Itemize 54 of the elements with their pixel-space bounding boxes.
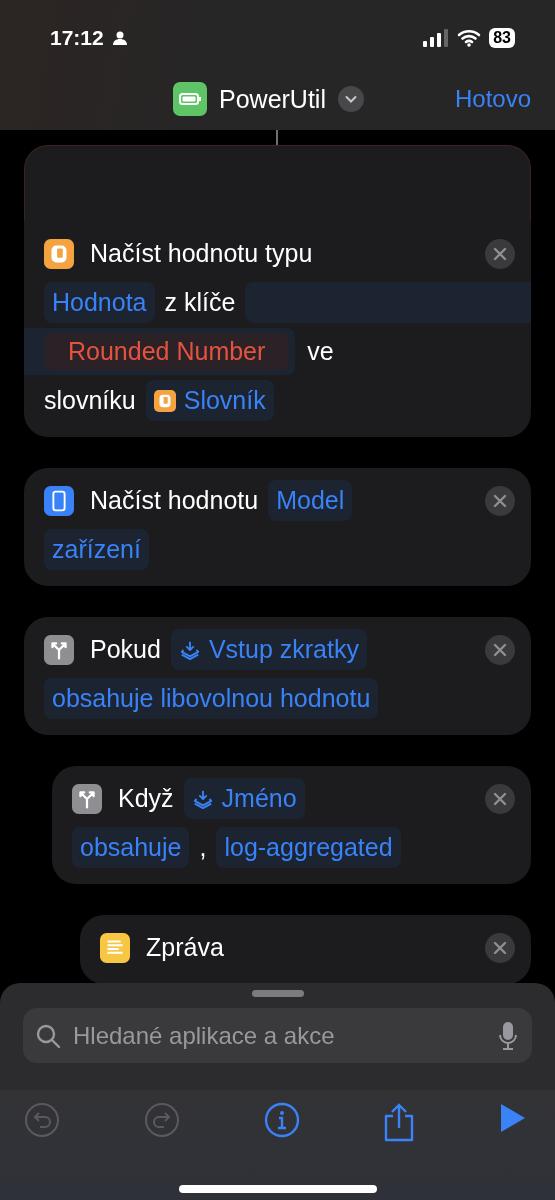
action-text: z klíče bbox=[164, 288, 236, 317]
action-text: ve bbox=[307, 337, 334, 366]
parameter-token[interactable]: obsahuje libovolnou hodnotu bbox=[44, 678, 379, 719]
battery-level: 83 bbox=[489, 28, 515, 48]
status-time: 17:12 bbox=[50, 26, 104, 50]
delete-action-icon[interactable] bbox=[485, 485, 515, 516]
shortcut-title[interactable]: PowerUtil bbox=[219, 84, 326, 114]
wifi-icon bbox=[457, 29, 482, 47]
variable-token[interactable]: Jméno bbox=[183, 778, 305, 819]
action-text: Pokud bbox=[90, 635, 161, 664]
action-card[interactable]: Načíst hodnotu typu Hodnota z klíče Rounded Number ve slovníku Slovník bbox=[24, 221, 531, 437]
book-icon bbox=[44, 238, 74, 269]
action-card[interactable]: Pokud Vstup zkratky obsahuje libovolnou hodnotu bbox=[24, 617, 531, 735]
signal-icon bbox=[423, 29, 450, 47]
action-text: , bbox=[199, 833, 207, 862]
parameter-token[interactable]: Hodnota bbox=[44, 282, 155, 323]
key-field[interactable]: Rounded Number bbox=[24, 328, 296, 375]
action-text: Zpráva bbox=[146, 933, 224, 962]
battery-app-icon bbox=[173, 82, 207, 116]
parameter-token[interactable]: obsahuje bbox=[72, 827, 190, 868]
action-text: Když bbox=[118, 784, 174, 813]
search-bar[interactable]: Hledané aplikace a akce bbox=[23, 1008, 532, 1063]
action-card[interactable]: Když Jméno obsahuje , log-aggregated bbox=[52, 766, 531, 884]
delete-action-icon[interactable] bbox=[485, 634, 515, 665]
missing-key-token[interactable]: Rounded Number bbox=[44, 333, 290, 370]
search-field[interactable]: Hledané aplikace a akce bbox=[71, 1020, 488, 1051]
action-card[interactable]: Načíst hodnotu Model zařízení bbox=[24, 468, 531, 586]
done-button[interactable]: Hotovo bbox=[454, 85, 531, 113]
action-card[interactable]: Zpráva bbox=[80, 915, 531, 984]
action-text: slovníku bbox=[44, 386, 136, 415]
branch-icon bbox=[44, 634, 74, 665]
parameter-token[interactable]: Model bbox=[268, 480, 353, 521]
empty-key-field[interactable] bbox=[245, 282, 531, 323]
sheet-grabber[interactable] bbox=[251, 990, 304, 997]
info-button[interactable] bbox=[263, 1102, 300, 1138]
branch-icon bbox=[72, 783, 102, 814]
share-button[interactable] bbox=[383, 1102, 416, 1142]
delete-action-icon[interactable] bbox=[485, 783, 515, 814]
search-icon bbox=[35, 1022, 61, 1049]
microphone-icon[interactable] bbox=[498, 1020, 518, 1051]
action-text: Načíst hodnotu bbox=[90, 486, 259, 515]
book-icon bbox=[153, 389, 176, 412]
action-text: Načíst hodnotu typu bbox=[90, 239, 313, 268]
parameter-token[interactable]: zařízení bbox=[44, 529, 149, 570]
run-button[interactable] bbox=[499, 1102, 527, 1134]
variable-token[interactable]: Slovník bbox=[145, 380, 274, 421]
parameter-token[interactable]: log-aggregated bbox=[216, 827, 401, 868]
phone-icon bbox=[44, 485, 74, 516]
chevron-down-icon[interactable] bbox=[338, 86, 364, 112]
delete-action-icon[interactable] bbox=[485, 238, 515, 269]
delete-action-icon[interactable] bbox=[485, 932, 515, 963]
variable-token[interactable]: Vstup zkratky bbox=[170, 629, 367, 670]
note-icon bbox=[100, 932, 130, 963]
person-icon bbox=[111, 30, 128, 46]
